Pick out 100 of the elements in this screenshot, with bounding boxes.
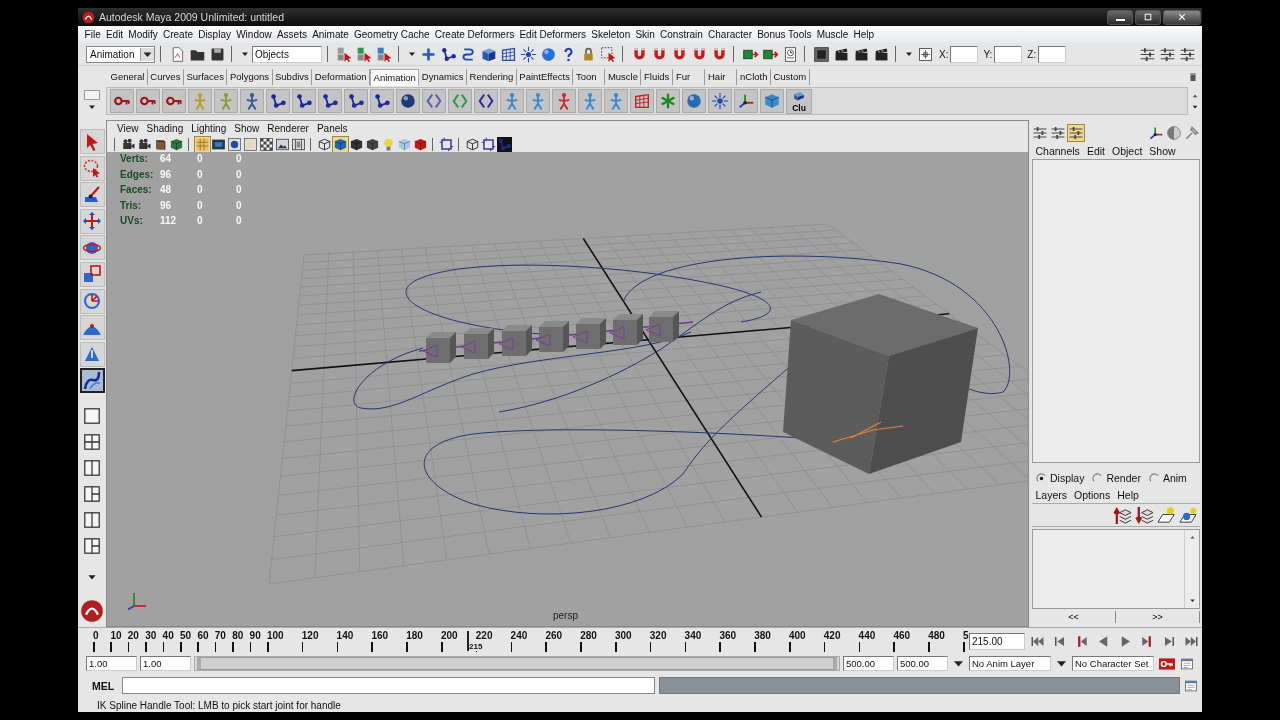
menu-item[interactable]: Help [850,27,877,42]
command-language-button[interactable]: MEL [88,679,118,692]
cursor-square-icon[interactable] [335,45,353,63]
joint-chain-icon[interactable] [344,89,368,113]
single-pane-icon[interactable] [83,406,101,425]
layer-sphere-icon[interactable] [1179,505,1198,525]
layer-menu-item[interactable]: Layers [1032,488,1071,502]
wireframe-cube-icon[interactable] [317,136,332,152]
marquee-icon[interactable] [599,45,617,63]
lattice-icon[interactable] [630,89,654,113]
three-pane-icon[interactable] [83,484,101,503]
layer-mode-option[interactable]: Render [1092,472,1141,484]
starburst-icon[interactable] [708,89,732,113]
window-icon[interactable] [1180,656,1194,671]
menu-item[interactable]: Animate [309,27,352,42]
menu-set-dropdown[interactable]: Animation [86,45,155,63]
shelf-tab[interactable]: Dynamics [419,69,467,85]
cube-icon[interactable] [333,136,348,152]
starburst-icon[interactable] [519,45,537,63]
menu-item[interactable]: Constrain [657,27,706,42]
start-time-field[interactable]: 1.00 [86,656,137,671]
axes-icon[interactable] [734,89,758,113]
sliders-icon[interactable] [1032,125,1048,141]
anim-layer-field[interactable]: No Anim Layer [969,656,1051,671]
cursor-square-icon[interactable] [375,45,393,63]
wireframe-cube-icon[interactable] [465,136,480,152]
menu-item[interactable]: Modify [125,27,161,42]
app-icon[interactable] [80,599,104,623]
menu-item[interactable]: Edit [103,27,126,42]
key-icon[interactable] [110,89,134,113]
shelf-tab[interactable]: nCloth [737,69,771,85]
tool-button[interactable] [79,368,105,394]
frame-icon[interactable] [481,136,496,152]
key-icon[interactable] [162,89,186,113]
minimize-button[interactable] [1107,9,1133,25]
selection-mode-field[interactable]: Objects [252,45,322,63]
menu-item[interactable]: Display [195,27,234,42]
channel-box-menu-item[interactable]: Edit [1083,144,1109,158]
playback-start-field[interactable]: 1.00 [140,656,191,671]
shelf-button[interactable]: Clu [786,88,812,114]
chevrons-icon[interactable] [474,89,498,113]
layer-mode-option[interactable]: Anim [1148,472,1187,484]
shelf-tab[interactable]: Surfaces [183,69,228,85]
joint-chain-icon[interactable] [318,89,342,113]
shelf-tab[interactable]: Custom [770,69,810,85]
light-bulb-icon[interactable] [381,136,396,152]
channel-box-menu-item[interactable]: Show [1145,144,1180,158]
cube-icon[interactable] [169,136,184,152]
character-set-field[interactable]: No Character Set [1072,656,1154,671]
coordinate-field[interactable] [950,45,979,63]
camera-icon[interactable] [121,136,136,152]
key-icon[interactable] [136,89,160,113]
maximize-button[interactable] [1135,9,1161,25]
figure-icon[interactable] [552,89,576,113]
current-frame-field[interactable]: 215.00 [969,633,1025,650]
coordinate-field[interactable] [1038,45,1067,63]
layer-menu-item[interactable]: Help [1113,488,1143,502]
command-input-field[interactable] [122,677,655,694]
shelf-tab[interactable]: Curves [147,69,184,85]
menu-item[interactable]: Create Deformers [432,27,517,42]
joint-chain-icon[interactable] [497,136,512,152]
stack-arrow-icon[interactable] [1135,505,1154,525]
panel-menu-item[interactable]: Lighting [187,121,231,136]
panel-menu-item[interactable]: Renderer [263,121,313,136]
menu-item[interactable]: Character [705,27,755,42]
menu-item[interactable]: Window [233,27,275,42]
target-box-icon[interactable] [916,45,934,63]
cube-icon[interactable] [349,136,364,152]
shelf-tab[interactable]: PaintEffects [516,69,574,85]
menu-item[interactable]: Bonus Tools [754,27,815,42]
joint-chain-icon[interactable] [370,89,394,113]
figure-icon[interactable] [240,89,264,113]
cube-icon[interactable] [365,136,380,152]
menu-item[interactable]: Skin [632,27,658,42]
menu-item[interactable]: Muscle [814,27,851,42]
coordinate-field[interactable] [994,45,1023,63]
tool-button[interactable] [79,182,105,208]
chevrons-icon[interactable] [422,89,446,113]
panel-menu-item[interactable]: View [113,121,143,136]
shelf-tab[interactable]: Muscle [605,69,642,85]
checker-icon[interactable] [259,136,274,152]
layer-menu-item[interactable]: Options [1070,488,1114,502]
menu-item[interactable]: File [82,27,104,42]
key-tile-icon[interactable] [1157,655,1177,672]
four-pane-icon[interactable] [83,432,101,451]
end-time-field[interactable]: 500.00 [897,656,948,671]
pin-icon[interactable] [1184,125,1200,141]
two-pane-icon[interactable] [83,510,101,529]
playback-end-field[interactable]: 500.00 [843,656,894,671]
menu-item[interactable]: Geometry Cache [351,27,433,42]
window-icon[interactable] [1184,678,1198,693]
shelf-tab[interactable]: Fur [673,69,706,85]
camera-icon[interactable] [137,136,152,152]
cube-icon[interactable] [413,136,428,152]
joint-chain-icon[interactable] [292,89,316,113]
joint-chain-icon[interactable] [266,89,290,113]
two-pane-icon[interactable] [83,458,101,477]
shelf-tab[interactable]: Rendering [467,69,517,85]
frame-icon[interactable] [439,136,454,152]
close-button[interactable] [1163,9,1201,25]
